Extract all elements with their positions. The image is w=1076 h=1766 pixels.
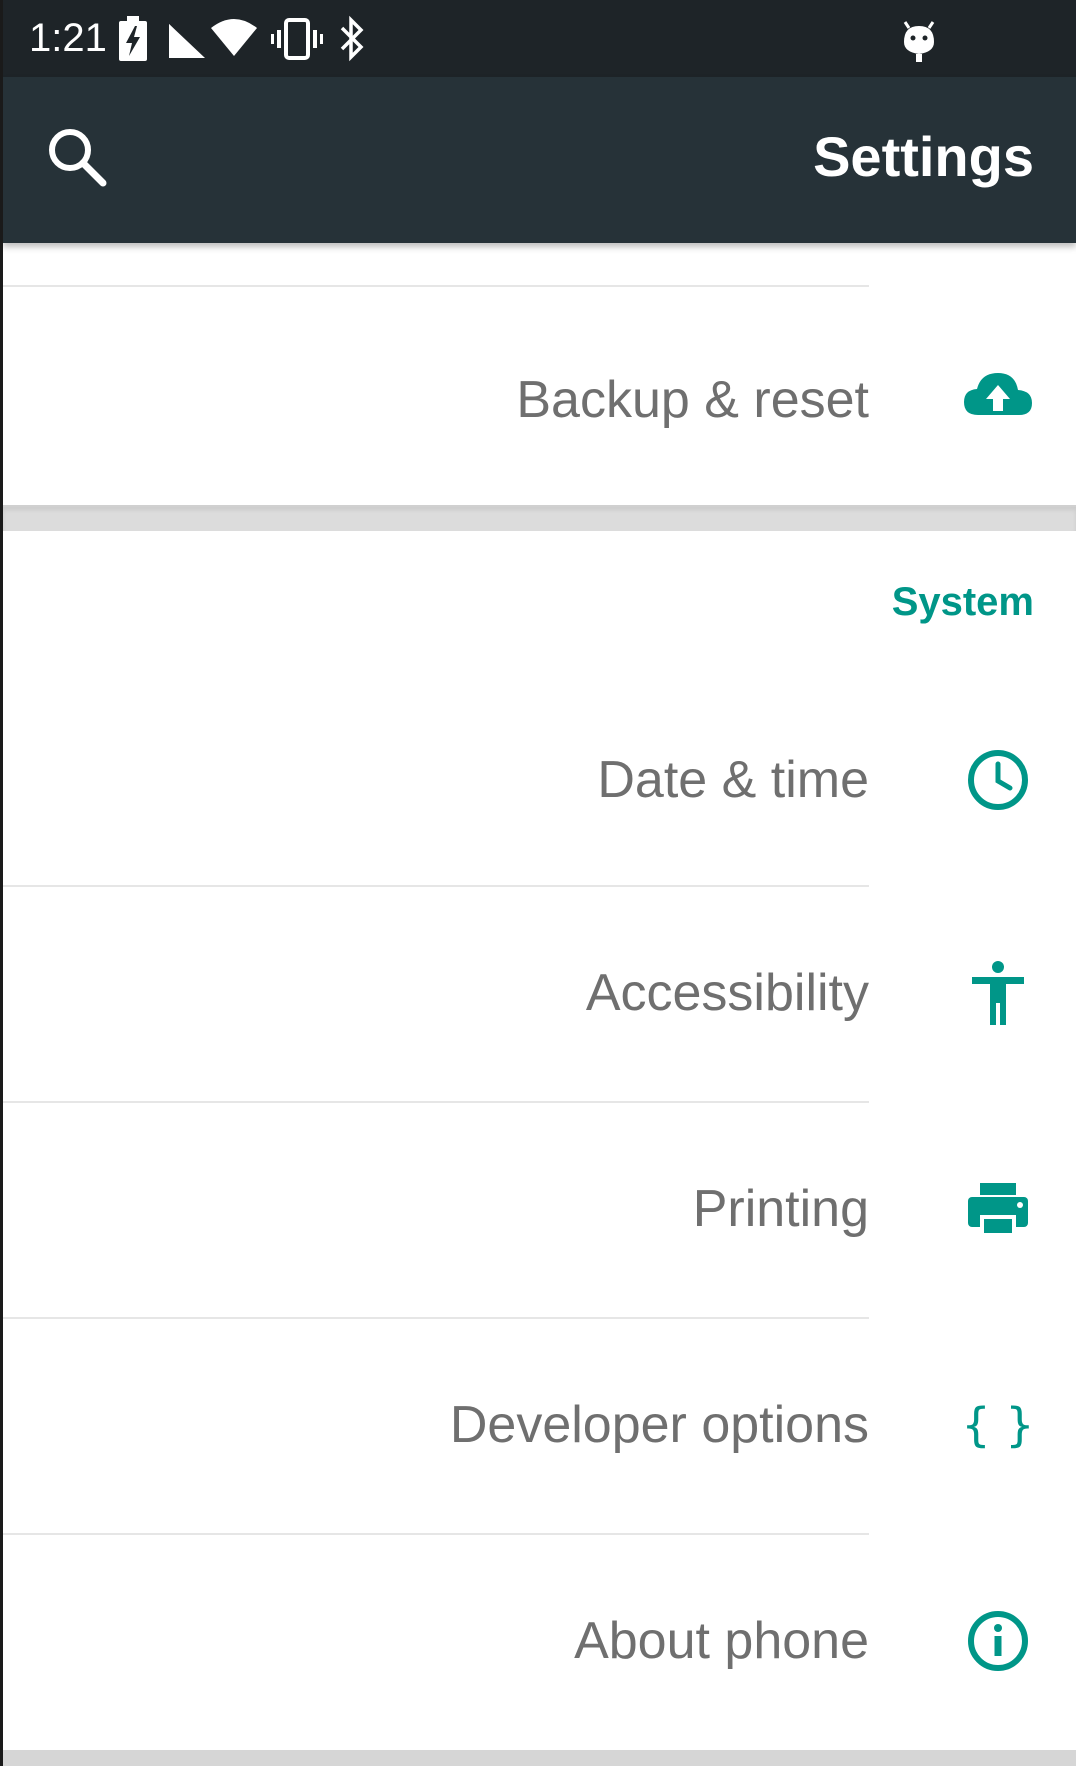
item-label: Backup & reset (516, 371, 869, 429)
accessibility-icon (972, 961, 1024, 1025)
vibrate-icon (271, 18, 323, 60)
clock-icon (968, 750, 1028, 810)
braces-icon: { } (961, 1398, 1034, 1452)
settings-item-about-phone[interactable]: About phone (3, 1535, 1076, 1750)
wifi-icon (211, 19, 257, 56)
section-separator (3, 505, 1076, 531)
section-header-system: System (891, 580, 1034, 624)
bluetooth-icon (340, 15, 364, 62)
item-label: Accessibility (585, 964, 869, 1022)
item-label: Developer options (449, 1396, 869, 1454)
settings-screen: 1:21 Settings Backup & reset System Date… (3, 0, 1076, 1766)
search-button[interactable] (43, 123, 113, 193)
settings-item-developer-options[interactable]: Developer options { } (3, 1319, 1076, 1533)
section-separator (3, 1750, 1076, 1766)
status-time: 1:21 (29, 16, 107, 60)
settings-item-backup-reset[interactable]: Backup & reset (3, 287, 1076, 505)
cloud-upload-icon (964, 373, 1032, 415)
battery-charging-icon (119, 16, 147, 61)
svg-text:{ }: { } (961, 1398, 1034, 1452)
app-bar: Settings (3, 77, 1076, 243)
info-icon (968, 1611, 1028, 1671)
settings-item-printing[interactable]: Printing (3, 1103, 1076, 1317)
search-icon (49, 129, 107, 187)
page-title: Settings (813, 125, 1034, 188)
item-label: Printing (692, 1180, 869, 1238)
printer-icon (968, 1183, 1028, 1237)
status-bar: 1:21 (3, 0, 1076, 77)
settings-item-date-time[interactable]: Date & time (3, 674, 1076, 886)
item-label: Date & time (597, 751, 869, 809)
item-label: About phone (574, 1612, 869, 1670)
signal-icon (169, 24, 205, 58)
android-debug-icon (903, 21, 935, 62)
settings-item-accessibility[interactable]: Accessibility (3, 887, 1076, 1101)
